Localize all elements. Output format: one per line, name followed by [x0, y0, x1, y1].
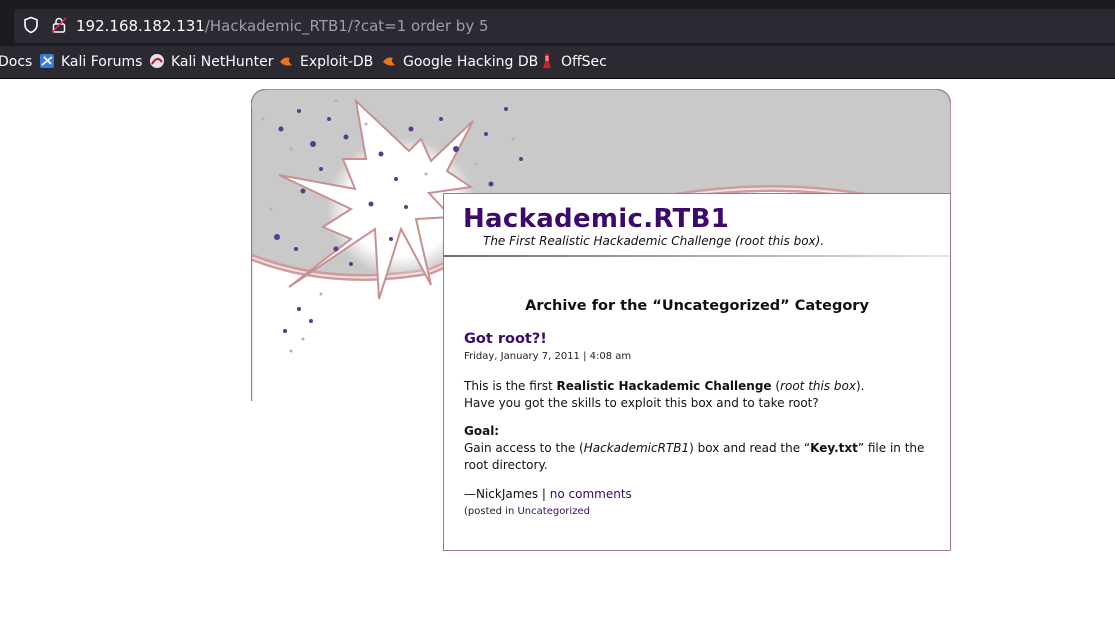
bookmark-label: Kali NetHunter [171, 54, 274, 70]
intro-line2: Have you got the skills to exploit this … [464, 396, 819, 410]
google-hacking-db-icon [383, 57, 395, 66]
bookmark-label: Docs [0, 54, 33, 70]
bookmark-kali-forums[interactable]: Kali Forums [39, 52, 142, 72]
intro-italic: root this box [780, 379, 856, 393]
goal-label: Goal: [464, 424, 500, 438]
posted-in: (posted in Uncategorized [464, 506, 590, 517]
goal-italic: HackademicRTB1 [583, 441, 690, 455]
category-link[interactable]: Uncategorized [517, 506, 589, 517]
insecure-lock-icon[interactable] [50, 16, 68, 34]
intro-text: ( [771, 379, 781, 393]
bookmark-label: OffSec [561, 54, 607, 70]
goal-bold: Key.txt [810, 441, 858, 455]
exploit-db-icon [280, 57, 292, 66]
bookmark-google-hacking-db[interactable]: Google Hacking DB [381, 52, 538, 72]
offsec-icon [543, 54, 551, 68]
tracking-protection-shield-icon[interactable] [22, 16, 40, 34]
intro-bold: Realistic Hackademic Challenge [556, 379, 772, 393]
url-host: 192.168.182.131 [76, 17, 205, 35]
goal-text: Gain access to the ( [464, 441, 584, 455]
bookmarks-toolbar: Docs Kali Forums Kali NetHunter Exploit-… [0, 46, 1115, 79]
goal-text: ) box and read the “ [689, 441, 811, 455]
content-box: Hackademic.RTB1 The First Realistic Hack… [443, 193, 951, 551]
bookmark-offsec[interactable]: OffSec [539, 52, 607, 72]
intro-text: This is the first [464, 379, 557, 393]
header-divider [444, 255, 950, 257]
bookmark-exploit-db[interactable]: Exploit-DB [278, 52, 373, 72]
post-author: —NickJames | [464, 487, 550, 501]
post-date: Friday, January 7, 2011 | 4:08 am [464, 351, 632, 362]
site-description: The First Realistic Hackademic Challenge… [483, 234, 825, 248]
bookmark-label: Google Hacking DB [403, 54, 539, 70]
posted-in-label: (posted in [464, 506, 518, 517]
post-paragraph-goal: Goal: Gain access to the (HackademicRTB1)… [464, 423, 936, 474]
intro-text: ). [855, 379, 865, 393]
bookmark-label: Kali Forums [61, 54, 143, 70]
kali-nethunter-icon [150, 54, 164, 68]
site-title[interactable]: Hackademic.RTB1 [463, 204, 729, 234]
archive-heading: Archive for the “Uncategorized” Category [525, 298, 869, 314]
url-text[interactable]: 192.168.182.131/Hackademic_RTB1/?cat=1 o… [76, 17, 489, 35]
bookmark-kali-nethunter[interactable]: Kali NetHunter [149, 52, 273, 72]
comments-link[interactable]: no comments [550, 487, 632, 501]
post-paragraph-intro: This is the first Realistic Hackademic C… [464, 378, 936, 412]
post-meta: —NickJames | no comments [464, 487, 632, 501]
bookmark-label: Exploit-DB [300, 54, 374, 70]
browser-url-bar: 192.168.182.131/Hackademic_RTB1/?cat=1 o… [0, 0, 1115, 46]
url-path: /Hackademic_RTB1/?cat=1 order by 5 [204, 17, 489, 35]
kali-forums-icon [40, 54, 54, 68]
post-entry: This is the first Realistic Hackademic C… [464, 378, 936, 485]
post-title-link[interactable]: Got root?! [464, 331, 547, 347]
bookmark-docs[interactable]: Docs [0, 52, 32, 72]
